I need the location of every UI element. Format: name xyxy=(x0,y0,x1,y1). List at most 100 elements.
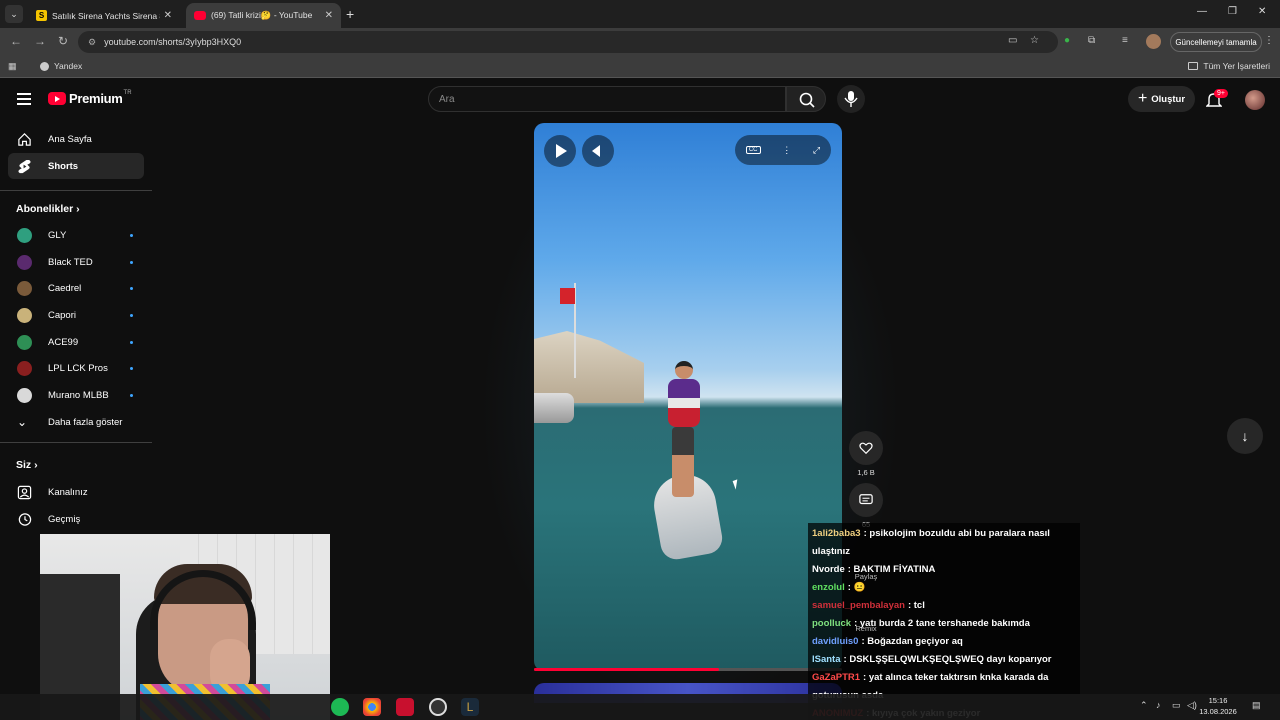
close-tab-icon[interactable]: ✕ xyxy=(164,10,172,21)
close-window-icon[interactable]: ✕ xyxy=(1258,6,1266,17)
shorts-video-player[interactable]: CC ⋮ ⤢ xyxy=(534,123,842,671)
close-tab-icon[interactable]: ✕ xyxy=(325,10,333,21)
yandex-favicon-icon xyxy=(40,61,49,71)
tab-search-icon[interactable]: ⌄ xyxy=(5,5,23,23)
site-favicon-icon: S xyxy=(36,10,47,21)
extensions-icon[interactable]: ⧉ xyxy=(1088,35,1095,46)
sidebar-item-home[interactable]: Ana Sayfa xyxy=(8,126,144,152)
profile-avatar[interactable] xyxy=(1146,34,1161,49)
tray-chevron-icon[interactable]: ⌃ xyxy=(1140,700,1148,711)
menu-kebab-icon[interactable]: ⋮ xyxy=(1264,35,1274,46)
next-video-button[interactable]: ↓ xyxy=(1227,418,1263,454)
bookmark-star-icon[interactable]: ☆ xyxy=(1030,35,1039,46)
progress-fill xyxy=(534,668,719,671)
forward-icon[interactable]: → xyxy=(34,34,46,48)
create-label: Oluştur xyxy=(1151,93,1186,105)
new-content-dot xyxy=(130,313,133,317)
menu-icon[interactable] xyxy=(17,93,31,105)
browser-tab-yacht[interactable]: S Satılık Sirena Yachts Sirena 88 M ✕ xyxy=(28,3,180,28)
like-count: 1,6 B xyxy=(857,468,875,477)
bookmark-yandex[interactable]: Yandex xyxy=(40,61,82,71)
subscriptions-heading[interactable]: Abonelikler › xyxy=(16,203,80,215)
address-bar[interactable]: ⚙ youtube.com/shorts/3yIybp3HXQ0 xyxy=(78,31,1058,53)
chat-message: davidluis0: Boğazdan geçiyor aq xyxy=(812,633,1076,651)
sidebar-item-channel[interactable]: Murano MLBB xyxy=(8,382,144,408)
sidebar: Ana Sayfa Shorts Abonelikler › GLY Black… xyxy=(0,120,152,540)
chat-text: tcl xyxy=(913,600,925,611)
update-button[interactable]: Güncellemeyi tamamla xyxy=(1170,32,1262,52)
chat-username: lSanta xyxy=(812,654,841,665)
apps-grid-icon[interactable]: ▦ xyxy=(8,61,17,72)
channel-name: ACE99 xyxy=(48,336,79,348)
like-button[interactable] xyxy=(849,431,883,465)
system-clock[interactable]: 15:16 13.08.2026 xyxy=(1198,695,1238,717)
reading-list-icon[interactable]: ≡ xyxy=(1122,35,1128,46)
chevron-right-icon: › xyxy=(76,203,80,215)
network-icon[interactable]: ▭ xyxy=(1172,700,1181,711)
chat-message: enzolul: 😐 xyxy=(812,579,1076,597)
league-icon[interactable]: L xyxy=(461,698,479,716)
sidebar-item-shorts[interactable]: Shorts xyxy=(8,153,144,179)
channel-name: Murano MLBB xyxy=(48,389,109,401)
heading-text: Abonelikler xyxy=(16,203,74,215)
sidebar-item-label: Ana Sayfa xyxy=(48,133,92,145)
search-input[interactable]: Ara xyxy=(428,86,786,112)
create-button[interactable]: + Oluştur xyxy=(1128,86,1195,112)
captions-icon[interactable]: CC xyxy=(745,146,761,154)
play-button[interactable] xyxy=(544,135,576,167)
more-options-icon[interactable]: ⋮ xyxy=(782,145,791,156)
account-avatar[interactable] xyxy=(1245,90,1265,110)
new-tab-icon[interactable]: + xyxy=(346,6,354,22)
notification-center-icon[interactable]: ▤ xyxy=(1252,700,1261,711)
you-heading[interactable]: Siz › xyxy=(16,459,38,471)
reload-icon[interactable]: ↻ xyxy=(58,34,68,48)
channel-name: Caedrel xyxy=(48,282,82,294)
volume-icon[interactable]: ◁) xyxy=(1187,700,1197,711)
sidebar-item-channel[interactable]: GLY xyxy=(8,222,144,248)
new-content-dot xyxy=(130,393,133,397)
new-content-dot xyxy=(130,340,133,344)
stream-chat-overlay: 1ali2baba3: psikolojim bozuldu abi bu pa… xyxy=(808,523,1080,720)
screen: ⌄ S Satılık Sirena Yachts Sirena 88 M ✕ … xyxy=(0,0,1280,720)
channel-avatar xyxy=(17,280,32,296)
sidebar-show-more[interactable]: ⌄ Daha fazla göster xyxy=(8,409,144,435)
sidebar-item-channel[interactable]: ACE99 xyxy=(8,329,144,355)
comments-button[interactable] xyxy=(849,483,883,517)
sidebar-item-channel[interactable]: Capori xyxy=(8,302,144,328)
voice-search-button[interactable] xyxy=(837,85,865,113)
arrow-down-icon: ↓ xyxy=(1241,428,1249,444)
rider-image xyxy=(664,361,704,501)
volume-button[interactable] xyxy=(582,135,614,167)
channel-avatar xyxy=(17,360,32,376)
home-icon xyxy=(18,132,31,146)
monitor-app-icon[interactable] xyxy=(429,698,447,716)
browser-tab-youtube[interactable]: (69) Tatli krizi🤔 - YouTube ✕ xyxy=(186,3,341,28)
install-app-icon[interactable]: ▭ xyxy=(1008,35,1017,46)
person-icon xyxy=(17,485,32,499)
search-button[interactable] xyxy=(786,86,826,112)
minimize-icon[interactable]: — xyxy=(1197,6,1207,17)
bookmarks-bar: ▦ Yandex Tüm Yer İşaretleri xyxy=(0,56,1280,78)
sidebar-item-history[interactable]: Geçmiş xyxy=(8,506,144,532)
sidebar-item-channel[interactable]: LPL LCK Pros xyxy=(8,355,144,381)
video-progress-bar[interactable] xyxy=(534,668,842,671)
all-bookmarks[interactable]: Tüm Yer İşaretleri xyxy=(1188,61,1270,71)
sidebar-item-channel[interactable]: Caedrel xyxy=(8,275,144,301)
spotify-icon[interactable] xyxy=(331,698,349,716)
chrome-icon[interactable] xyxy=(363,698,381,716)
share-label: Paylaş xyxy=(854,572,878,581)
back-icon[interactable]: ← xyxy=(10,34,22,48)
extension-shield-icon[interactable]: ● xyxy=(1064,35,1070,46)
site-info-icon[interactable]: ⚙ xyxy=(88,37,96,48)
restore-icon[interactable]: ❐ xyxy=(1228,6,1237,17)
channel-avatar xyxy=(17,307,32,323)
obs-icon[interactable] xyxy=(396,698,414,716)
microphone-tray-icon[interactable]: ♪ xyxy=(1156,700,1161,710)
browser-toolbar: ← → ↻ ⚙ youtube.com/shorts/3yIybp3HXQ0 ▭… xyxy=(0,28,1280,56)
chat-username: GaZaPTR1 xyxy=(812,672,861,683)
fullscreen-icon[interactable]: ⤢ xyxy=(813,145,820,156)
sidebar-item-your-channel[interactable]: Kanalınız xyxy=(8,479,144,505)
sidebar-item-channel[interactable]: Black TED xyxy=(8,249,144,275)
channel-name: LPL LCK Pros xyxy=(48,362,108,374)
youtube-logo[interactable]: Premium TR xyxy=(48,90,132,106)
